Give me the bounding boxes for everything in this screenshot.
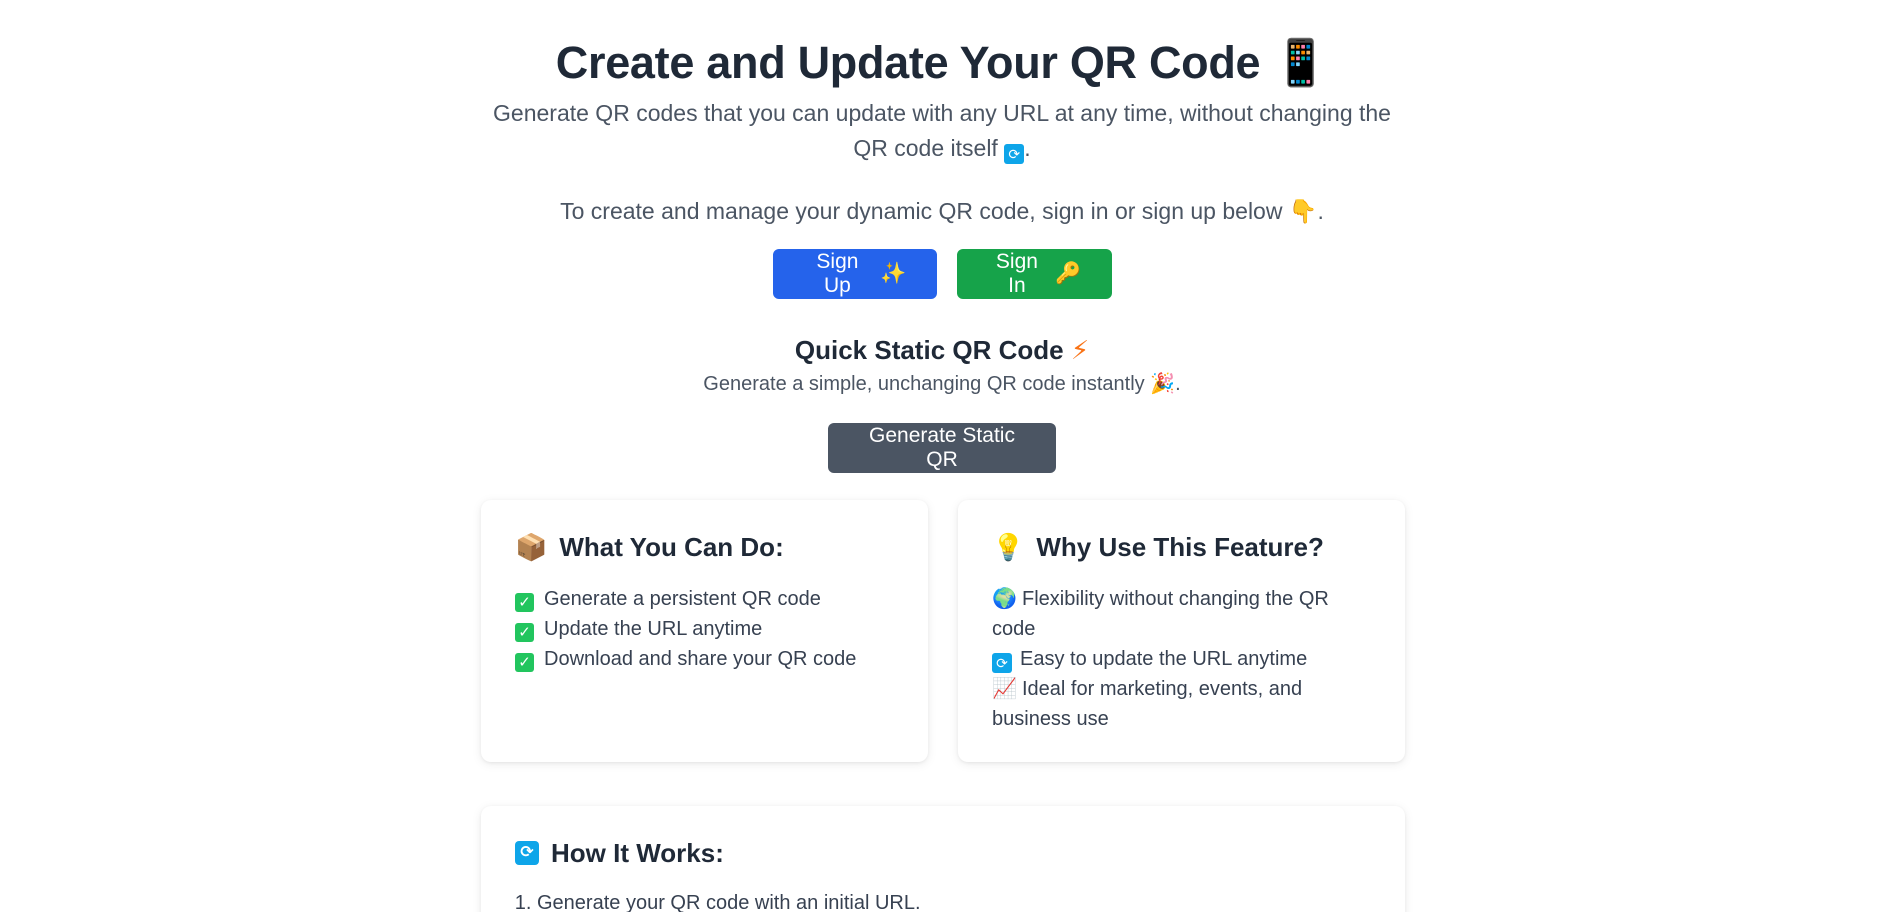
list-item-text: Download and share your QR code bbox=[544, 648, 857, 670]
list-item: ⟳ Easy to update the URL anytime bbox=[992, 644, 1371, 674]
what-card-title: 📦 What You Can Do: bbox=[515, 530, 894, 564]
sign-in-button[interactable]: Sign In 🔑 bbox=[956, 249, 1112, 299]
lightbulb-icon: 💡 bbox=[992, 532, 1025, 562]
how-title-text: How It Works: bbox=[551, 838, 724, 868]
why-use-card: 💡 Why Use This Feature? 🌍 Flexibility wit… bbox=[958, 500, 1405, 762]
list-item: 🌍 Flexibility without changing the QR cod… bbox=[992, 584, 1371, 644]
feature-cards: 📦 What You Can Do: ✓ Generate a persisten… bbox=[481, 500, 1405, 762]
quick-static-title: Quick Static QR Code ⚡ bbox=[0, 333, 1884, 367]
sign-up-label: Sign Up bbox=[816, 250, 859, 297]
generate-static-label: Generate Static QR bbox=[869, 424, 1015, 471]
page: Create and Update Your QR Code 📱 Generat… bbox=[0, 0, 1884, 912]
list-item: 📈 Ideal for marketing, events, and busine… bbox=[992, 674, 1371, 734]
what-you-can-do-card: 📦 What You Can Do: ✓ Generate a persisten… bbox=[481, 500, 928, 762]
globe-icon: 🌍 bbox=[992, 588, 1017, 610]
list-item-text: Easy to update the URL anytime bbox=[1020, 648, 1308, 670]
sign-up-button[interactable]: Sign Up ✨ bbox=[772, 249, 937, 299]
lightning-icon: ⚡ bbox=[1070, 335, 1090, 365]
why-card-title: 💡 Why Use This Feature? bbox=[992, 530, 1371, 564]
why-title-text: Why Use This Feature? bbox=[1036, 532, 1324, 562]
quick-desc-period: . bbox=[1175, 373, 1181, 395]
list-item: ✓ Generate a persistent QR code bbox=[515, 584, 894, 614]
refresh-icon: ⟳ bbox=[515, 841, 539, 865]
generate-static-qr-button[interactable]: Generate Static QR bbox=[828, 423, 1056, 473]
list-item-text: Flexibility without changing the QR code bbox=[992, 588, 1329, 640]
what-list: ✓ Generate a persistent QR code ✓ Update t… bbox=[515, 584, 894, 674]
quick-static-section: Quick Static QR Code ⚡ Generate a simple… bbox=[0, 333, 1884, 473]
list-item-text: Generate a persistent QR code bbox=[544, 588, 821, 610]
check-icon: ✓ bbox=[515, 623, 534, 642]
page-title: Create and Update Your QR Code 📱 bbox=[0, 36, 1884, 90]
key-icon: 🔑 bbox=[1055, 262, 1082, 285]
auth-buttons: Sign Up ✨ Sign In 🔑 bbox=[0, 249, 1884, 299]
list-item: ✓ Update the URL anytime bbox=[515, 614, 894, 644]
list-item: ✓ Download and share your QR code bbox=[515, 644, 894, 674]
pointing-down-icon: 👇 bbox=[1288, 198, 1318, 224]
cta-text-body: To create and manage your dynamic QR cod… bbox=[560, 198, 1283, 224]
sparkles-icon: ✨ bbox=[880, 262, 907, 285]
subtitle-text: Generate QR codes that you can update wi… bbox=[493, 100, 1391, 161]
list-item: Generate your QR code with an initial UR… bbox=[537, 888, 1371, 912]
hero-section: Create and Update Your QR Code 📱 Generat… bbox=[0, 0, 1884, 473]
package-icon: 📦 bbox=[515, 532, 548, 562]
party-popper-icon: 🎉 bbox=[1150, 373, 1176, 395]
refresh-icon: ⟳ bbox=[1004, 144, 1025, 164]
cta-period: . bbox=[1317, 198, 1324, 224]
hero-subtitle: Generate QR codes that you can update wi… bbox=[477, 96, 1407, 166]
check-icon: ✓ bbox=[515, 593, 534, 612]
refresh-icon: ⟳ bbox=[992, 653, 1012, 673]
how-steps: Generate your QR code with an initial UR… bbox=[515, 888, 1371, 912]
list-item-text: Ideal for marketing, events, and busines… bbox=[992, 678, 1303, 730]
list-item-text: Update the URL anytime bbox=[544, 618, 763, 640]
what-title-text: What You Can Do: bbox=[559, 532, 784, 562]
chart-increasing-icon: 📈 bbox=[992, 678, 1017, 700]
why-list: 🌍 Flexibility without changing the QR cod… bbox=[992, 584, 1371, 734]
title-text: Create and Update Your QR Code bbox=[555, 37, 1261, 88]
subtitle-period: . bbox=[1024, 135, 1031, 161]
quick-static-desc: Generate a simple, unchanging QR code in… bbox=[0, 369, 1884, 399]
how-card-title: ⟳ How It Works: bbox=[515, 836, 1371, 870]
phone-icon: 📱 bbox=[1272, 37, 1329, 88]
quick-title-text: Quick Static QR Code bbox=[794, 335, 1064, 365]
how-it-works-card: ⟳ How It Works: Generate your QR code wi… bbox=[481, 806, 1405, 912]
cta-text: To create and manage your dynamic QR cod… bbox=[0, 194, 1884, 229]
check-icon: ✓ bbox=[515, 653, 534, 672]
sign-in-label: Sign In bbox=[995, 250, 1038, 297]
quick-desc-text: Generate a simple, unchanging QR code in… bbox=[703, 373, 1145, 395]
